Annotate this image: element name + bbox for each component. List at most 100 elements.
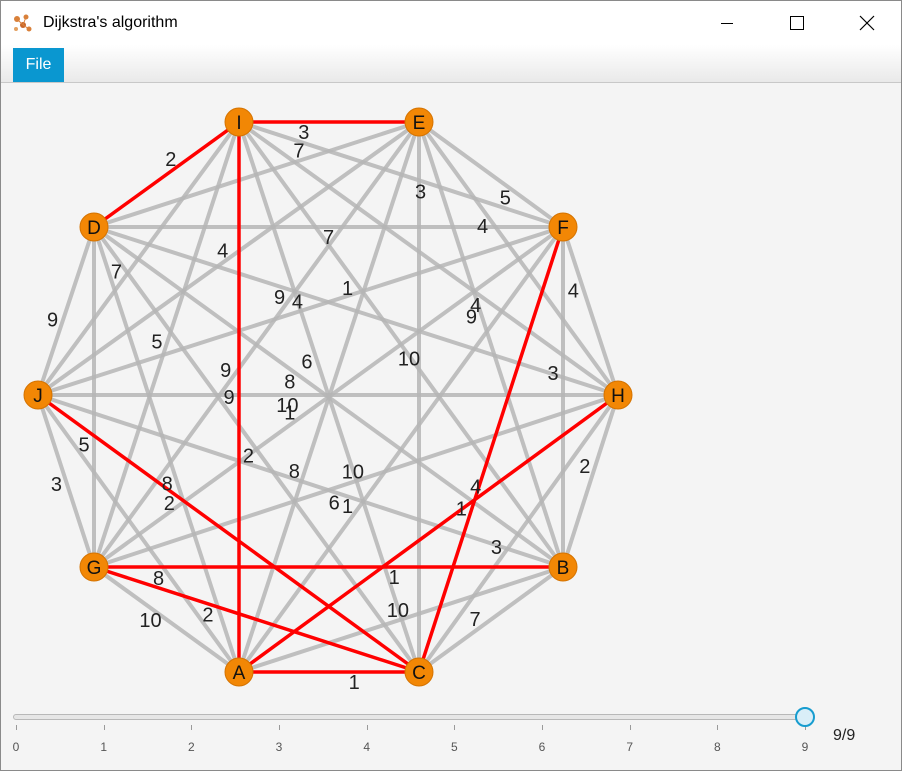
node-label-I: I (236, 113, 241, 134)
edge-weight-J-G: 3 (51, 474, 62, 496)
node-H[interactable]: H (603, 380, 633, 410)
edge-weight-D-C: 2 (243, 445, 254, 467)
edge-weight-G-C: 2 (202, 604, 213, 626)
node-F[interactable]: F (548, 212, 578, 242)
edge-weight-I-A: 9 (223, 387, 234, 409)
slider-tick (629, 725, 631, 730)
edge-weight-E-H: 4 (477, 216, 488, 238)
edge-weight-I-F: 3 (415, 181, 426, 203)
node-C[interactable]: C (404, 657, 434, 687)
slider-tick-label: 5 (450, 740, 458, 754)
edge-weight-I-C: 6 (301, 352, 312, 374)
node-I[interactable]: I (224, 107, 254, 137)
node-G[interactable]: G (79, 552, 109, 582)
slider-tick-label: 2 (187, 740, 195, 754)
edge-H-B (561, 394, 620, 568)
slider-tick (717, 725, 719, 730)
node-label-G: G (87, 558, 102, 579)
close-icon (859, 15, 875, 31)
edge-weight-J-H: 10 (276, 395, 298, 417)
node-B[interactable]: B (548, 552, 578, 582)
edge-H-C (417, 393, 620, 674)
edge-J-G (36, 394, 96, 568)
edge-B-C (417, 565, 565, 674)
minimize-icon (721, 23, 733, 24)
window-title: Dijkstra's algorithm (43, 14, 178, 31)
edge-weight-F-J: 4 (292, 291, 303, 313)
step-slider-thumb[interactable] (795, 707, 815, 727)
edge-weight-F-B: 3 (547, 363, 558, 385)
maximize-icon (790, 16, 804, 30)
edge-weight-I-G: 5 (151, 331, 162, 353)
title-bar[interactable]: Dijkstra's algorithm (1, 1, 901, 45)
slider-tick (366, 725, 368, 730)
edge-weight-G-A: 10 (139, 610, 161, 632)
edge-weight-I-D: 2 (165, 149, 176, 171)
node-J[interactable]: J (23, 380, 53, 410)
edge-weight-G-B: 1 (389, 567, 400, 589)
node-label-B: B (557, 558, 570, 579)
node-label-D: D (87, 218, 101, 239)
node-label-E: E (413, 113, 426, 134)
step-slider-track[interactable] (13, 714, 807, 720)
node-label-H: H (611, 386, 625, 407)
edge-J-B (37, 393, 564, 569)
node-A[interactable]: A (224, 657, 254, 687)
edge-weight-I-B: 1 (342, 278, 353, 300)
edge-weight-D-F: 7 (323, 227, 334, 249)
slider-tick (16, 725, 17, 730)
edge-I-D (92, 120, 241, 229)
slider-tick-label: 3 (275, 740, 283, 754)
step-counter: 9/9 (833, 727, 856, 744)
edge-weight-J-A: 8 (153, 568, 164, 590)
slider-tick (191, 725, 193, 730)
close-button[interactable] (844, 1, 890, 45)
slider-tick (279, 725, 280, 730)
edge-weight-B-C: 7 (469, 609, 480, 631)
edge-weight-E-A: 8 (289, 461, 300, 483)
slider-tick (454, 725, 456, 730)
slider-tick-label: 7 (626, 740, 633, 754)
edge-weight-E-B: 9 (466, 306, 477, 328)
slider-tick (103, 725, 105, 730)
slider-tick (542, 725, 543, 730)
graph-canvas: 3293416575710498497959828143411210368421… (23, 107, 633, 694)
edge-weight-D-H: 9 (274, 287, 285, 309)
menu-bar: File (1, 45, 901, 83)
edge-weight-E-G: 9 (220, 360, 231, 382)
slider-tick-label: 6 (538, 740, 546, 754)
edge-weight-F-A: 1 (342, 496, 353, 518)
edge-weight-E-C: 10 (398, 349, 420, 371)
edge-weight-J-B: 6 (329, 493, 340, 515)
edge-weight-H-A: 4 (470, 477, 481, 499)
edge-weight-H-C: 3 (491, 537, 502, 559)
node-label-F: F (557, 218, 569, 239)
minimize-button[interactable] (704, 1, 750, 45)
slider-tick-label: 8 (713, 740, 721, 754)
step-slider-panel: 0 1 2 3 4 5 6 7 8 9 9/9 (1, 701, 901, 770)
maximize-button[interactable] (774, 1, 820, 45)
node-E[interactable]: E (404, 107, 434, 137)
edge-E-D (93, 120, 420, 229)
node-label-A: A (233, 663, 246, 684)
edge-weight-J-C: 2 (164, 493, 175, 515)
slider-tick-label: 4 (363, 740, 370, 754)
edge-F-H (561, 226, 620, 396)
edge-weight-D-J: 9 (47, 310, 58, 332)
file-menu[interactable]: File (13, 48, 64, 82)
edge-weight-E-J: 4 (217, 240, 228, 262)
edge-weight-H-G: 10 (342, 461, 364, 483)
slider-tick-label: 0 (12, 740, 20, 754)
edge-weight-B-A: 10 (387, 600, 409, 622)
slider-tick-label: 9 (801, 740, 809, 754)
edge-weight-D-G: 5 (78, 435, 89, 457)
edge-weight-F-C: 1 (456, 499, 467, 521)
app-window: Dijkstra's algorithm File 3 2 9 3 4 1 6 5 7 5 7 10 4… (0, 0, 902, 771)
edge-weight-E-D: 7 (293, 140, 304, 162)
edge-weight-H-B: 2 (579, 456, 590, 478)
node-D[interactable]: D (79, 212, 109, 242)
edge-weight-E-F: 5 (500, 187, 511, 209)
edge-weight-I-J: 7 (111, 262, 122, 284)
graph-app-icon (14, 14, 32, 32)
edge-weight-A-C: 1 (349, 672, 360, 694)
